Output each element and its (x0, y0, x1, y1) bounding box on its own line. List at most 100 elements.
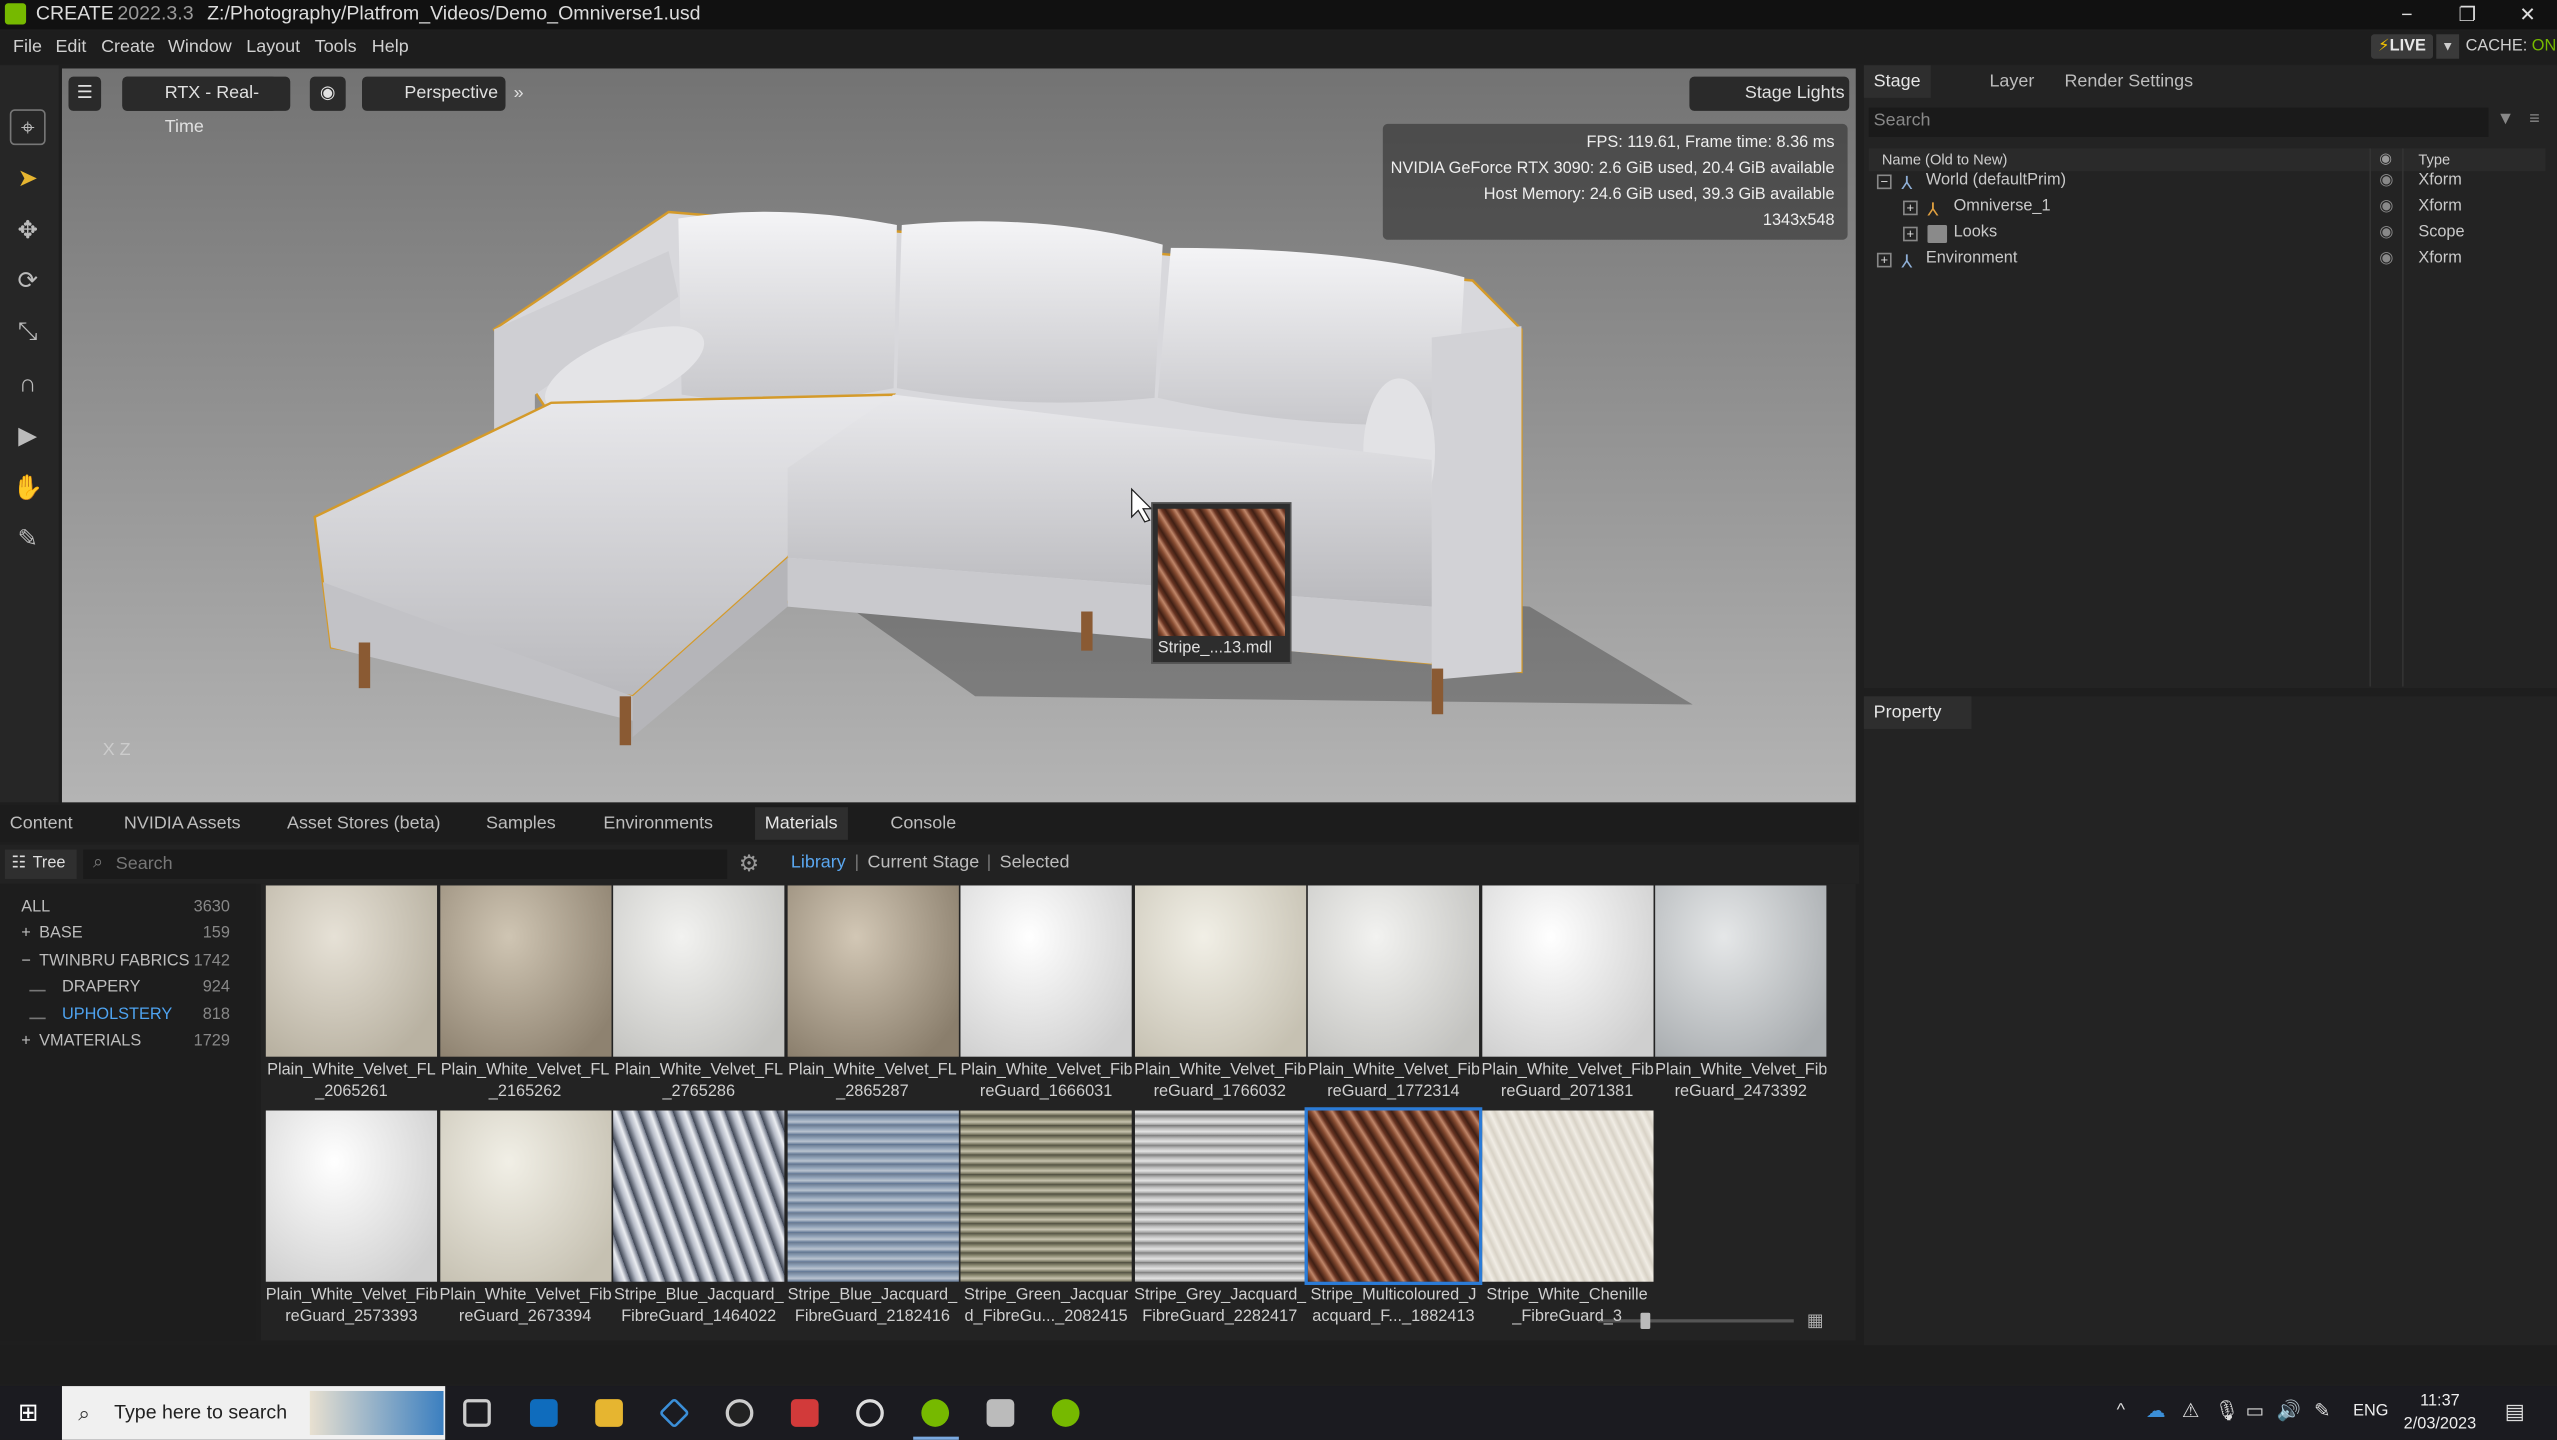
menu-edit[interactable]: Edit (55, 38, 86, 58)
menu-layout[interactable]: Layout (246, 38, 300, 58)
material-tile[interactable]: Plain_White_Velvet_Fib reGuard_1666031 (960, 885, 1132, 1107)
tab-layer[interactable]: Layer (1980, 65, 2044, 98)
visibility-eye-icon[interactable]: ◉ (2379, 249, 2393, 267)
outlook-icon[interactable] (529, 1399, 558, 1427)
select-tool-icon[interactable]: ➤ (10, 161, 46, 197)
category-upholstery[interactable]: UPHOLSTERY 818 (0, 1004, 256, 1030)
expand-icon[interactable]: + (21, 925, 31, 943)
menu-tools[interactable]: Tools (315, 38, 357, 58)
close-button[interactable]: ✕ (2498, 0, 2557, 29)
category-vmaterials[interactable]: + VMATERIALS 1729 (0, 1031, 256, 1057)
material-tile[interactable]: Plain_White_Velvet_Fib reGuard_2473392 (1655, 885, 1827, 1107)
tab-materials[interactable]: Materials (755, 807, 848, 840)
column-type[interactable]: Type (2418, 152, 2450, 168)
restore-button[interactable]: ❐ (2438, 0, 2497, 29)
category-drapery[interactable]: DRAPERY 924 (0, 977, 256, 1003)
onedrive-icon[interactable]: ☁ (2146, 1399, 2166, 1422)
collapse-icon[interactable]: − (21, 952, 31, 970)
microphone-icon[interactable]: 🎙 (2214, 1399, 2239, 1422)
filter-current-stage[interactable]: Current Stage (868, 853, 980, 873)
column-name[interactable]: Name (Old to New) (1882, 152, 2008, 168)
tab-content[interactable]: Content (0, 807, 82, 840)
material-tile[interactable]: Stripe_Grey_Jacquard_ FibreGuard_2282417 (1134, 1110, 1306, 1333)
media-app-icon[interactable] (725, 1399, 754, 1427)
render-mode-dropdown[interactable]: RTX - Real-Time (122, 76, 291, 137)
physics-tool-icon[interactable]: ✋ (10, 471, 46, 507)
live-button[interactable]: ⚡LIVE (2371, 34, 2434, 59)
filter-selected[interactable]: Selected (1000, 853, 1070, 873)
expand-icon[interactable]: + (1903, 200, 1918, 216)
move-tool-icon[interactable]: ✥ (10, 214, 46, 250)
tab-render-settings[interactable]: Render Settings (2055, 65, 2203, 98)
material-tile[interactable]: Plain_White_Velvet_FL _2865287 (786, 885, 959, 1107)
tab-environments[interactable]: Environments (594, 807, 723, 840)
task-view-icon[interactable] (463, 1399, 491, 1427)
camera-dropdown[interactable]: Perspective (362, 76, 506, 111)
materials-search-input[interactable]: Search (83, 849, 728, 879)
grid-view-icon[interactable]: ▦ (1807, 1311, 1827, 1331)
menu-create[interactable]: Create (101, 38, 155, 58)
rotate-tool-icon[interactable]: ⟳ (10, 264, 46, 300)
tab-samples[interactable]: Samples (476, 807, 565, 840)
material-tile[interactable]: Stripe_White_Chenille _FibreGuard_3 (1481, 1110, 1653, 1333)
material-tile[interactable]: Plain_White_Velvet_Fib reGuard_2573393 (265, 1110, 438, 1333)
paint-tool-icon[interactable]: ✎ (10, 522, 46, 558)
tab-property[interactable]: Property (1863, 696, 1972, 729)
expand-icon[interactable]: + (21, 1032, 31, 1050)
filter-library[interactable]: Library (791, 853, 846, 873)
live-dropdown-chevron-icon[interactable]: ▼ (2436, 34, 2460, 59)
material-tile[interactable]: Stripe_Blue_Jacquard_ FibreGuard_1464022 (613, 1110, 785, 1333)
eye-visibility-icon[interactable]: ◉ (309, 76, 346, 111)
tab-stage[interactable]: Stage (1863, 65, 1931, 98)
options-menu-icon[interactable]: ≡ (2529, 109, 2539, 129)
menu-file[interactable]: File (13, 38, 42, 58)
material-tile[interactable]: Plain_White_Velvet_Fib reGuard_2673394 (439, 1110, 611, 1333)
stage-row-omniverse-1[interactable]: + ⅄ Omniverse_1 ◉ Xform (1869, 196, 2546, 222)
gear-icon[interactable]: ⚙ (739, 850, 759, 878)
stage-lights-button[interactable]: Stage Lights (1689, 76, 1850, 111)
tab-console[interactable]: Console (881, 807, 966, 840)
material-tile[interactable]: Stripe_Blue_Jacquard_ FibreGuard_2182416 (786, 1110, 959, 1333)
volume-icon[interactable]: 🔊 (2276, 1399, 2300, 1422)
display-icon[interactable]: ▭ (2245, 1399, 2263, 1422)
todoist-icon[interactable] (790, 1399, 819, 1427)
snap-camera-icon[interactable]: ⌖ (9, 109, 46, 146)
tab-asset-stores[interactable]: Asset Stores (beta) (277, 807, 450, 840)
material-tile[interactable]: Plain_White_Velvet_Fib reGuard_2071381 (1481, 885, 1653, 1107)
material-tile[interactable]: Stripe_Green_Jacquar d_FibreGu..._2082415 (960, 1110, 1132, 1333)
expand-icon[interactable]: + (1903, 226, 1918, 242)
notifications-icon[interactable]: ▤ (2505, 1399, 2525, 1425)
clock-app-icon[interactable] (856, 1399, 884, 1427)
material-tile[interactable]: Plain_White_Velvet_FL _2065261 (265, 885, 438, 1107)
omniverse-launcher-icon[interactable] (921, 1399, 950, 1427)
taskbar-clock[interactable]: 11:37 2/03/2023 (2404, 1391, 2477, 1437)
minimize-button[interactable]: − (2378, 0, 2437, 29)
stage-row-world[interactable]: − ⅄ World (defaultPrim) ◉ Xform (1869, 170, 2546, 196)
filter-icon[interactable]: ▼ (2497, 109, 2515, 129)
visibility-eye-icon[interactable]: ◉ (2379, 171, 2393, 189)
windows-start-icon[interactable]: ⊞ (18, 1401, 42, 1425)
app-icon[interactable] (986, 1399, 1015, 1427)
file-explorer-icon[interactable] (595, 1399, 623, 1427)
network-status-icon[interactable]: ⚠ (2182, 1399, 2200, 1422)
app-icon[interactable] (658, 1397, 690, 1429)
scale-tool-icon[interactable]: ⤡ (10, 315, 46, 351)
visibility-eye-icon[interactable]: ◉ (2379, 223, 2393, 241)
stage-row-looks[interactable]: + Looks ◉ Scope (1869, 222, 2546, 248)
category-all[interactable]: ALL 3630 (0, 897, 256, 923)
magnet-snap-icon[interactable]: ∩ (10, 367, 46, 403)
tree-toggle-button[interactable]: ☷ Tree (4, 849, 77, 879)
show-hidden-icons-chevron-icon[interactable]: ^ (2117, 1401, 2125, 1421)
material-tile[interactable]: Plain_White_Velvet_Fib reGuard_1772314 (1307, 885, 1480, 1107)
category-base[interactable]: + BASE 159 (0, 924, 256, 950)
viewport[interactable]: ☰ RTX - Real-Time ◉ Perspective » Stage … (61, 68, 1856, 803)
expand-icon[interactable]: + (1876, 252, 1892, 268)
material-tile[interactable]: Stripe_Multicoloured_J acquard_F..._18824… (1304, 1107, 1483, 1333)
omniverse-create-icon[interactable] (1051, 1399, 1080, 1427)
expand-chevron-icon[interactable]: » (507, 77, 530, 111)
material-tile[interactable]: Plain_White_Velvet_Fib reGuard_1766032 (1134, 885, 1306, 1107)
collapse-icon[interactable]: − (1876, 174, 1892, 190)
language-indicator[interactable]: ENG (2353, 1402, 2388, 1420)
menu-help[interactable]: Help (372, 38, 409, 58)
menu-window[interactable]: Window (168, 38, 232, 58)
